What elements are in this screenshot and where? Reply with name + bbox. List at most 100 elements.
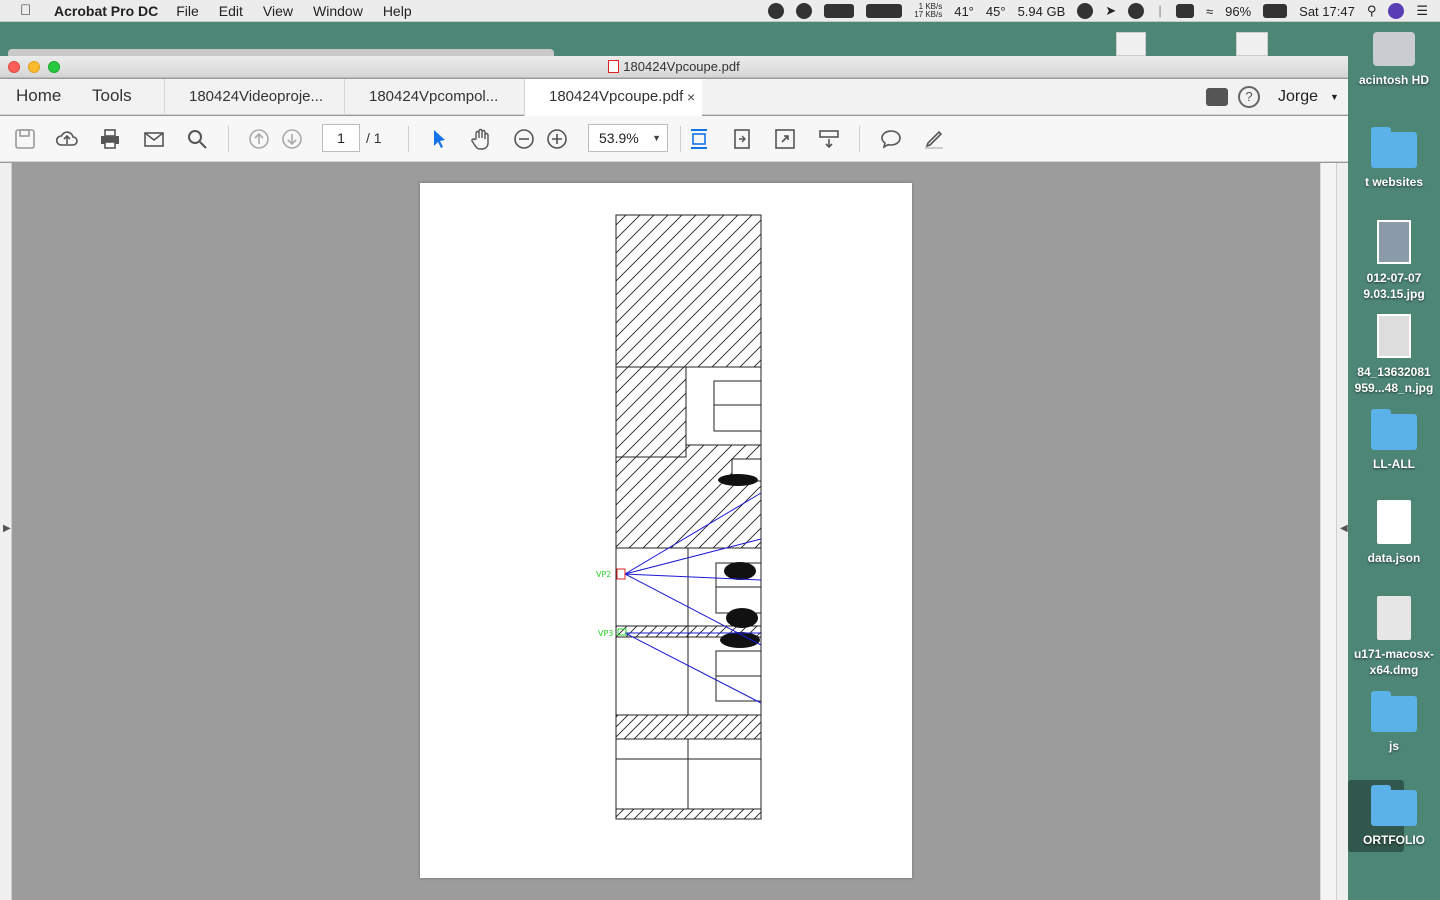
status-area: 1 KB/s 17 KB/s 41° 45° 5.94 GB ➤ ᛁ ≈ 96% … [768,0,1428,22]
left-panel-toggle[interactable]: ▶ [0,163,12,900]
page-total: / 1 [366,130,382,146]
comment-icon[interactable] [878,126,904,152]
creative-cloud-icon[interactable] [768,3,785,19]
desktop-item-websites[interactable]: t websites [1348,127,1440,190]
hand-tool-icon[interactable] [468,126,494,152]
desktop-item-macintosh-hd[interactable]: acintosh HD [1348,32,1440,88]
comment-share-icon[interactable] [1206,88,1228,106]
document-viewer[interactable]: ▶ ◀ VP2 VP3 [0,163,1348,900]
battery-percent[interactable]: 96% [1225,4,1251,19]
desktop-item-label: LL-ALL [1373,457,1415,471]
desktop-item-label: x64.dmg [1369,663,1419,677]
tab-document-1[interactable]: 180424Videoproje... [164,79,342,115]
gear-status-icon[interactable] [796,3,813,19]
hatched-floor [615,714,762,740]
toolbar-divider [680,126,681,152]
zoom-level-value: 53.9% [599,130,639,146]
memory-status-icon[interactable] [866,4,903,18]
zoom-in-icon[interactable] [544,126,570,152]
scroll-mode-icon[interactable] [816,126,842,152]
disk-free[interactable]: 5.94 GB [1018,4,1066,19]
disk-image-icon [1377,596,1411,640]
toolbar-divider [859,126,860,152]
background-window-edge [8,49,554,56]
desktop-item-photo-fb[interactable]: 84_13632081 959...48_n.jpg [1348,314,1440,396]
hard-drive-icon [1373,32,1415,66]
location-icon[interactable]: ➤ [1105,3,1116,19]
person-silhouette [726,608,758,628]
email-icon[interactable] [141,126,167,152]
temp-1[interactable]: 41° [954,4,974,19]
clock[interactable]: Sat 17:47 [1299,4,1355,19]
minimize-window-button[interactable] [28,61,40,73]
display-status-icon[interactable] [824,4,855,18]
net-down: 17 KB/s [914,10,943,19]
vp2-label: VP2 [596,570,611,579]
desktop-item-label: 012-07-07 [1366,271,1422,285]
wifi-icon[interactable]: ≈ [1206,4,1213,19]
menu-window[interactable]: Window [313,3,363,19]
pdf-file-icon [608,60,620,73]
desktop-item-js[interactable]: js [1348,691,1440,754]
menu-file[interactable]: File [176,3,199,19]
tab-home[interactable]: Home [16,79,61,115]
desktop-item-photo-2012[interactable]: 012-07-07 9.03.15.jpg [1348,220,1440,302]
desktop-thumbnail[interactable] [1116,32,1146,56]
save-icon[interactable] [12,126,38,152]
right-panel-toggle[interactable]: ◀ [1336,163,1348,900]
desktop-thumbnail[interactable] [1236,32,1268,56]
do-not-disturb-icon[interactable] [1077,3,1094,19]
window-title-bar[interactable]: 180424Vpcoupe.pdf [0,56,1348,78]
close-tab-icon[interactable]: × [687,79,695,115]
menu-bar:  Acrobat Pro DC File Edit View Window H… [0,0,1440,22]
chevron-down-icon[interactable]: ▼ [1330,92,1339,102]
rotate-page-icon[interactable] [729,126,755,152]
next-page-icon[interactable] [279,126,305,152]
chevron-right-icon: ▶ [3,523,11,534]
keyboard-icon[interactable] [1175,4,1194,18]
toolbar: 1 / 1 53.9% ▼ [0,116,1348,162]
user-menu[interactable]: Jorge [1278,88,1318,106]
notification-center-icon[interactable]: ☰ [1416,3,1428,19]
tab-document-3[interactable]: 180424Vpcoupe.pdf × [524,79,702,116]
desktop-item-label: t websites [1364,175,1424,189]
menu-app-name[interactable]: Acrobat Pro DC [54,3,158,19]
zoom-level-select[interactable]: 53.9% ▼ [588,124,668,152]
cloud-upload-icon[interactable] [54,126,80,152]
desktop-item-label: 84_13632081 [1357,365,1431,379]
desktop-item-all-all[interactable]: LL-ALL [1348,409,1440,472]
desktop-item-label: ORTFOLIO [1363,833,1425,847]
zoom-out-icon[interactable] [511,126,537,152]
battery-icon[interactable] [1263,4,1288,18]
apple-menu-icon[interactable]:  [20,2,40,19]
menu-view[interactable]: View [263,3,293,19]
close-window-button[interactable] [8,61,20,73]
tab-document-2[interactable]: 180424Vpcompol... [344,79,522,115]
previous-page-icon[interactable] [246,126,272,152]
select-cursor-icon[interactable] [426,126,452,152]
page-number-input[interactable]: 1 [322,124,360,152]
siri-icon[interactable] [1388,3,1405,19]
print-icon[interactable] [97,126,123,152]
vertical-scrollbar[interactable] [1320,163,1336,900]
hatched-wall [615,366,687,458]
desktop-item-label: acintosh HD [1358,73,1429,87]
help-icon[interactable]: ? [1238,86,1260,108]
tab-tools[interactable]: Tools [92,79,132,115]
desktop-item-portfolio[interactable]: ORTFOLIO [1348,785,1440,848]
network-speed[interactable]: 1 KB/s 17 KB/s [914,3,942,19]
spotlight-search-icon[interactable]: ⚲ [1367,3,1377,19]
menu-edit[interactable]: Edit [219,3,243,19]
fit-page-icon[interactable] [686,126,712,152]
menu-help[interactable]: Help [383,3,412,19]
highlight-pen-icon[interactable] [921,126,947,152]
search-icon[interactable] [184,126,210,152]
temp-2[interactable]: 45° [986,4,1006,19]
zoom-window-button[interactable] [48,61,60,73]
bluetooth-icon[interactable]: ᛁ [1156,4,1164,19]
desktop-item-dmg[interactable]: u171-macosx- x64.dmg [1348,596,1440,678]
time-machine-icon[interactable] [1128,3,1145,19]
full-screen-icon[interactable] [772,126,798,152]
section-drawing: VP2 VP3 [596,214,762,820]
desktop-item-data-json[interactable]: data.json [1348,500,1440,566]
